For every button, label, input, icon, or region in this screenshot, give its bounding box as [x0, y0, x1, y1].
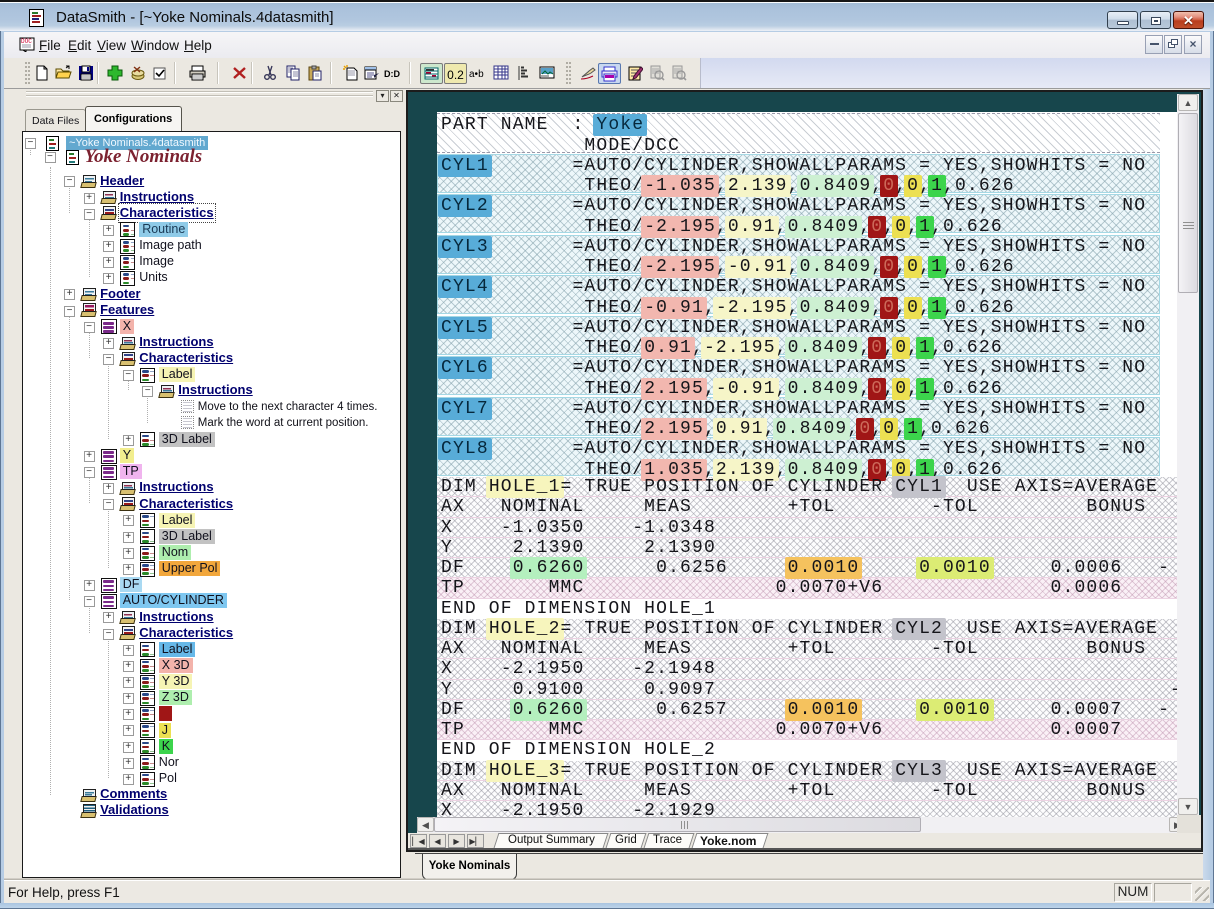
svg-text:DOC: DOC [21, 38, 32, 45]
svg-text:a•b: a•b [469, 69, 484, 80]
svg-text:D:D: D:D [384, 69, 400, 79]
